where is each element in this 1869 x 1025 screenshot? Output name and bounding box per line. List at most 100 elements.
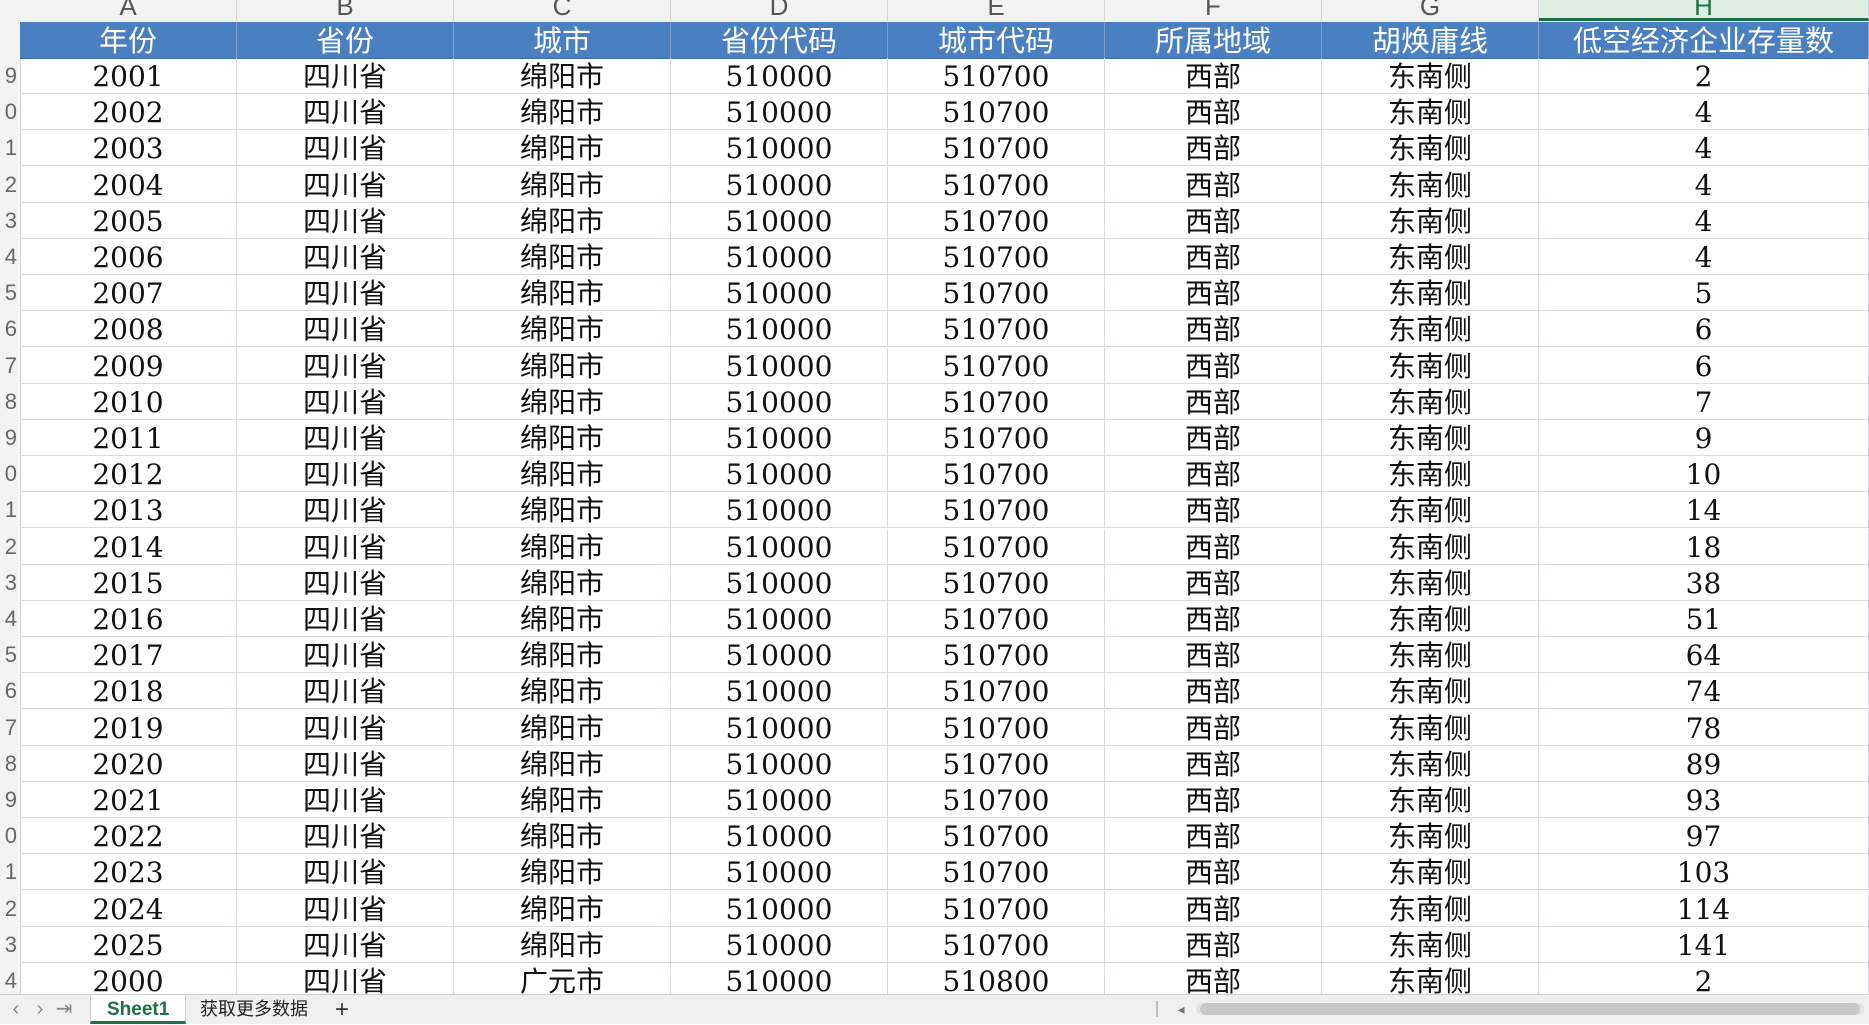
- column-letter-f[interactable]: F: [1105, 0, 1322, 21]
- cell-city[interactable]: 绵阳市: [454, 564, 671, 600]
- cell-city[interactable]: 绵阳市: [454, 166, 671, 202]
- cell-hu-line[interactable]: 东南侧: [1322, 818, 1539, 854]
- cell-city[interactable]: 绵阳市: [454, 311, 671, 347]
- cell-year[interactable]: 2004: [20, 166, 237, 202]
- cell-region[interactable]: 西部: [1105, 492, 1322, 528]
- cell-hu-line[interactable]: 东南侧: [1322, 58, 1539, 93]
- cell-city[interactable]: 绵阳市: [454, 709, 671, 745]
- cell-city-code[interactable]: 510700: [888, 58, 1105, 93]
- cell-year[interactable]: 2002: [20, 94, 237, 130]
- cell-enterprise-count[interactable]: 2: [1539, 963, 1869, 994]
- row-number[interactable]: 3: [0, 565, 17, 601]
- cell-province-code[interactable]: 510000: [671, 94, 888, 130]
- cell-province[interactable]: 四川省: [237, 311, 454, 347]
- sheet-tab-sheet1[interactable]: Sheet1: [90, 995, 187, 1024]
- cell-province-code[interactable]: 510000: [671, 347, 888, 383]
- cell-city-code[interactable]: 510700: [888, 130, 1105, 166]
- header-cell-region[interactable]: 所属地域: [1105, 22, 1322, 58]
- cell-enterprise-count[interactable]: 18: [1539, 528, 1869, 564]
- prev-sheet-icon[interactable]: ‹: [4, 997, 28, 1021]
- cell-region[interactable]: 西部: [1105, 94, 1322, 130]
- cell-city-code[interactable]: 510700: [888, 709, 1105, 745]
- cell-region[interactable]: 西部: [1105, 275, 1322, 311]
- cell-province[interactable]: 四川省: [237, 94, 454, 130]
- cell-year[interactable]: 2022: [20, 818, 237, 854]
- cell-city[interactable]: 绵阳市: [454, 94, 671, 130]
- cell-enterprise-count[interactable]: 4: [1539, 94, 1869, 130]
- cell-hu-line[interactable]: 东南侧: [1322, 637, 1539, 673]
- cell-city-code[interactable]: 510700: [888, 564, 1105, 600]
- cell-year[interactable]: 2003: [20, 130, 237, 166]
- cell-city-code[interactable]: 510700: [888, 890, 1105, 926]
- header-cell-province-code[interactable]: 省份代码: [671, 22, 888, 58]
- cell-province[interactable]: 四川省: [237, 854, 454, 890]
- cell-city[interactable]: 绵阳市: [454, 275, 671, 311]
- cell-city[interactable]: 绵阳市: [454, 456, 671, 492]
- cell-city-code[interactable]: 510700: [888, 456, 1105, 492]
- cell-region[interactable]: 西部: [1105, 528, 1322, 564]
- next-sheet-icon[interactable]: ›: [28, 997, 52, 1021]
- cell-hu-line[interactable]: 东南侧: [1322, 202, 1539, 238]
- row-number[interactable]: 8: [0, 384, 17, 420]
- cell-enterprise-count[interactable]: 114: [1539, 890, 1869, 926]
- cell-hu-line[interactable]: 东南侧: [1322, 673, 1539, 709]
- cell-enterprise-count[interactable]: 7: [1539, 383, 1869, 419]
- cell-province[interactable]: 四川省: [237, 564, 454, 600]
- cell-enterprise-count[interactable]: 4: [1539, 239, 1869, 274]
- cell-year[interactable]: 2020: [20, 745, 237, 781]
- cell-enterprise-count[interactable]: 4: [1539, 202, 1869, 238]
- cell-region[interactable]: 西部: [1105, 239, 1322, 274]
- row-number[interactable]: 1: [0, 130, 17, 166]
- cell-province-code[interactable]: 510000: [671, 58, 888, 93]
- row-number[interactable]: 1: [0, 854, 17, 890]
- cell-city-code[interactable]: 510700: [888, 202, 1105, 238]
- cell-province[interactable]: 四川省: [237, 166, 454, 202]
- row-number[interactable]: 0: [0, 818, 17, 854]
- cell-city-code[interactable]: 510700: [888, 94, 1105, 130]
- cell-province-code[interactable]: 510000: [671, 239, 888, 274]
- row-number[interactable]: 2: [0, 529, 17, 565]
- cell-year[interactable]: 2006: [20, 239, 237, 274]
- cell-province-code[interactable]: 510000: [671, 745, 888, 781]
- cell-year[interactable]: 2021: [20, 782, 237, 817]
- cell-city-code[interactable]: 510700: [888, 275, 1105, 311]
- cell-region[interactable]: 西部: [1105, 709, 1322, 745]
- cell-region[interactable]: 西部: [1105, 311, 1322, 347]
- cell-city[interactable]: 绵阳市: [454, 637, 671, 673]
- row-number[interactable]: 5: [0, 275, 17, 311]
- cell-year[interactable]: 2007: [20, 275, 237, 311]
- cell-city[interactable]: 绵阳市: [454, 347, 671, 383]
- cell-province[interactable]: 四川省: [237, 890, 454, 926]
- header-cell-province[interactable]: 省份: [237, 22, 454, 58]
- sheet-tab-more-data[interactable]: 获取更多数据: [184, 995, 324, 1024]
- cell-region[interactable]: 西部: [1105, 745, 1322, 781]
- cell-province-code[interactable]: 510000: [671, 275, 888, 311]
- cell-city[interactable]: 绵阳市: [454, 926, 671, 962]
- row-number[interactable]: 9: [0, 420, 17, 456]
- cell-city-code[interactable]: 510700: [888, 926, 1105, 962]
- scroll-left-icon[interactable]: ◂: [1170, 997, 1192, 1021]
- column-letter-b[interactable]: B: [237, 0, 454, 21]
- cell-province[interactable]: 四川省: [237, 420, 454, 455]
- cell-hu-line[interactable]: 东南侧: [1322, 854, 1539, 890]
- cell-province[interactable]: 四川省: [237, 239, 454, 274]
- cell-province-code[interactable]: 510000: [671, 130, 888, 166]
- column-letter-e[interactable]: E: [888, 0, 1105, 21]
- cell-hu-line[interactable]: 东南侧: [1322, 94, 1539, 130]
- cell-province[interactable]: 四川省: [237, 926, 454, 962]
- cell-enterprise-count[interactable]: 78: [1539, 709, 1869, 745]
- cell-hu-line[interactable]: 东南侧: [1322, 745, 1539, 781]
- cell-hu-line[interactable]: 东南侧: [1322, 239, 1539, 274]
- cell-city-code[interactable]: 510800: [888, 963, 1105, 994]
- cell-year[interactable]: 2008: [20, 311, 237, 347]
- scroll-splitter[interactable]: [1156, 1001, 1158, 1017]
- cell-year[interactable]: 2009: [20, 347, 237, 383]
- cell-province[interactable]: 四川省: [237, 818, 454, 854]
- column-letter-a[interactable]: A: [20, 0, 237, 21]
- cell-province-code[interactable]: 510000: [671, 456, 888, 492]
- row-number[interactable]: 9: [0, 782, 17, 818]
- cell-city[interactable]: 绵阳市: [454, 58, 671, 93]
- cell-year[interactable]: 2015: [20, 564, 237, 600]
- cell-enterprise-count[interactable]: 64: [1539, 637, 1869, 673]
- cell-province-code[interactable]: 510000: [671, 709, 888, 745]
